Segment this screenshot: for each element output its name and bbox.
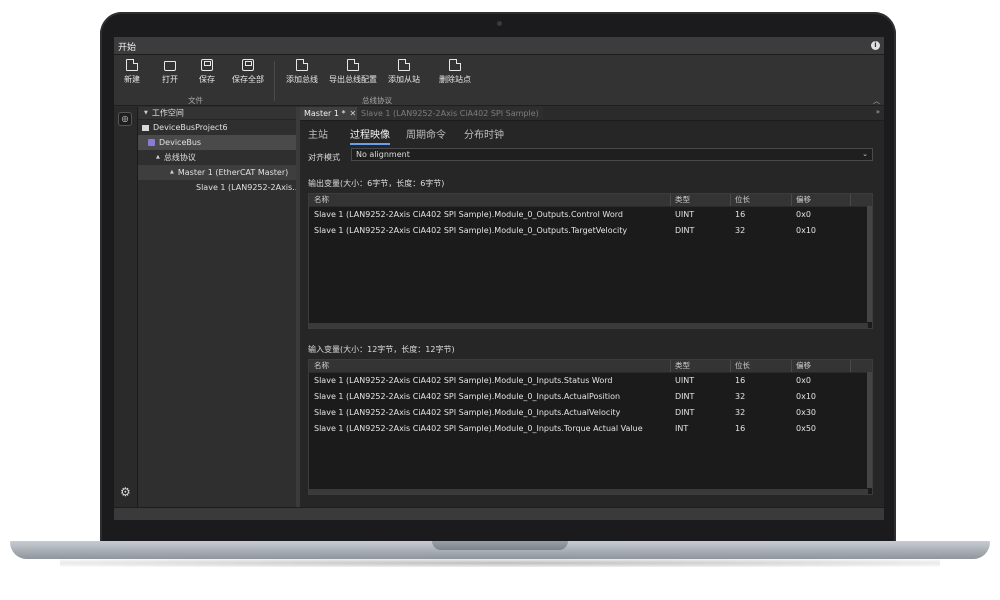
expand-triangle-icon[interactable]: ▲	[170, 165, 174, 180]
save-icon	[201, 59, 213, 71]
table-row[interactable]: Slave 1 (LAN9252-2Axis CiA402 SPI Sample…	[309, 207, 872, 223]
table-header: 名称 类型 位长 偏移	[309, 194, 872, 207]
app-window: 开始 i 新建 打开 保存 保存全部 文件 添加总线 导出总线配置 添加从站 删…	[114, 37, 884, 520]
new-file-icon	[126, 59, 138, 71]
horizontal-scrollbar[interactable]	[309, 489, 868, 494]
table-row[interactable]: Slave 1 (LAN9252-2Axis CiA402 SPI Sample…	[309, 223, 872, 239]
file-group-label: 文件	[188, 96, 203, 105]
tree-item-master[interactable]: ▲ Master 1 (EtherCAT Master)	[138, 165, 296, 180]
workspace-nav-icon[interactable]: ◎	[118, 112, 132, 126]
bus-group-label: 总线协议	[362, 96, 392, 105]
table-row[interactable]: Slave 1 (LAN9252-2Axis CiA402 SPI Sample…	[309, 421, 872, 437]
table-row[interactable]: Slave 1 (LAN9252-2Axis CiA402 SPI Sample…	[309, 389, 872, 405]
tab-start[interactable]: 开始	[118, 40, 136, 53]
export-config-button[interactable]: 导出总线配置	[329, 59, 377, 85]
add-slave-icon	[398, 59, 410, 71]
output-table: 名称 类型 位长 偏移 Slave 1 (LAN9252-2Axis CiA40…	[308, 193, 873, 329]
new-button[interactable]: 新建	[124, 59, 140, 85]
save-all-button[interactable]: 保存全部	[232, 59, 264, 85]
save-all-icon	[242, 59, 254, 71]
sub-tabs: 主站 过程映像 周期命令 分布时钟	[300, 123, 884, 145]
output-section-title: 输出变量(大小：6字节，长度：6字节)	[308, 179, 445, 188]
info-icon[interactable]: i	[871, 41, 880, 50]
expand-triangle-icon[interactable]: ▲	[156, 150, 160, 165]
tree-item-devicebus[interactable]: DeviceBus	[138, 135, 296, 150]
open-folder-icon	[164, 61, 176, 71]
chevron-down-icon: ⌄	[862, 150, 868, 158]
chevron-double-down-icon[interactable]: »	[876, 108, 880, 116]
ribbon-separator	[274, 61, 275, 101]
table-header: 名称 类型 位长 偏移	[309, 360, 872, 373]
tree-item-project[interactable]: DeviceBusProject6	[138, 120, 296, 135]
collapse-triangle-icon[interactable]: ▼	[144, 107, 148, 119]
bus-icon	[148, 139, 155, 146]
tab-master-station[interactable]: 主站	[308, 126, 328, 141]
alignment-select[interactable]: No alignment ⌄	[351, 148, 873, 161]
input-section-title: 输入变量(大小：12字节，长度：12字节)	[308, 345, 455, 354]
project-icon	[142, 124, 149, 131]
add-bus-button[interactable]: 添加总线	[286, 59, 318, 85]
horizontal-scrollbar[interactable]	[309, 323, 868, 328]
open-button[interactable]: 打开	[162, 59, 178, 85]
editor-area: Master 1 * ✕ Slave 1 (LAN9252-2Axis CiA40…	[300, 107, 884, 507]
add-bus-icon	[296, 59, 308, 71]
table-row[interactable]: Slave 1 (LAN9252-2Axis CiA402 SPI Sample…	[309, 373, 872, 389]
vertical-scrollbar[interactable]	[867, 206, 872, 322]
chevron-up-icon[interactable]: ︿	[873, 96, 880, 106]
camera-icon	[497, 21, 502, 26]
delete-node-icon	[449, 59, 461, 71]
status-bar	[114, 507, 884, 520]
delete-node-button[interactable]: 删除站点	[439, 59, 471, 85]
tab-slave[interactable]: Slave 1 (LAN9252-2Axis CiA402 SPI Sample…	[356, 107, 543, 120]
gear-icon[interactable]: ⚙	[120, 485, 131, 499]
tab-process-image[interactable]: 过程映像	[350, 126, 390, 145]
input-table: 名称 类型 位长 偏移 Slave 1 (LAN9252-2Axis CiA40…	[308, 359, 873, 495]
tree-item-bus-protocol[interactable]: ▲ 总线协议	[138, 150, 296, 165]
vertical-scrollbar[interactable]	[867, 372, 872, 488]
table-row[interactable]: Slave 1 (LAN9252-2Axis CiA402 SPI Sample…	[309, 405, 872, 421]
export-config-icon	[347, 59, 359, 71]
tab-master[interactable]: Master 1 * ✕	[300, 107, 361, 120]
save-button[interactable]: 保存	[199, 59, 215, 85]
laptop-notch	[432, 541, 568, 550]
laptop-shadow	[60, 559, 940, 567]
add-slave-button[interactable]: 添加从站	[388, 59, 420, 85]
tree-header: ▼ 工作空间	[138, 107, 296, 120]
tree-item-slave[interactable]: Slave 1 (LAN9252-2Axis...	[138, 180, 296, 195]
alignment-label: 对齐模式	[308, 153, 340, 162]
title-bar: 开始 i	[114, 37, 884, 55]
tab-distributed-clock[interactable]: 分布时钟	[464, 126, 504, 141]
workspace-tree: ▼ 工作空间 DeviceBusProject6 DeviceBus ▲ 总线协议 …	[138, 107, 300, 507]
activity-bar: ◎ ⚙	[114, 107, 138, 507]
tab-cyclic-commands[interactable]: 周期命令	[406, 126, 446, 141]
document-tabs: Master 1 * ✕ Slave 1 (LAN9252-2Axis CiA40…	[300, 107, 884, 121]
ribbon-toolbar: 新建 打开 保存 保存全部 文件 添加总线 导出总线配置 添加从站 删除站点 总…	[114, 55, 884, 106]
